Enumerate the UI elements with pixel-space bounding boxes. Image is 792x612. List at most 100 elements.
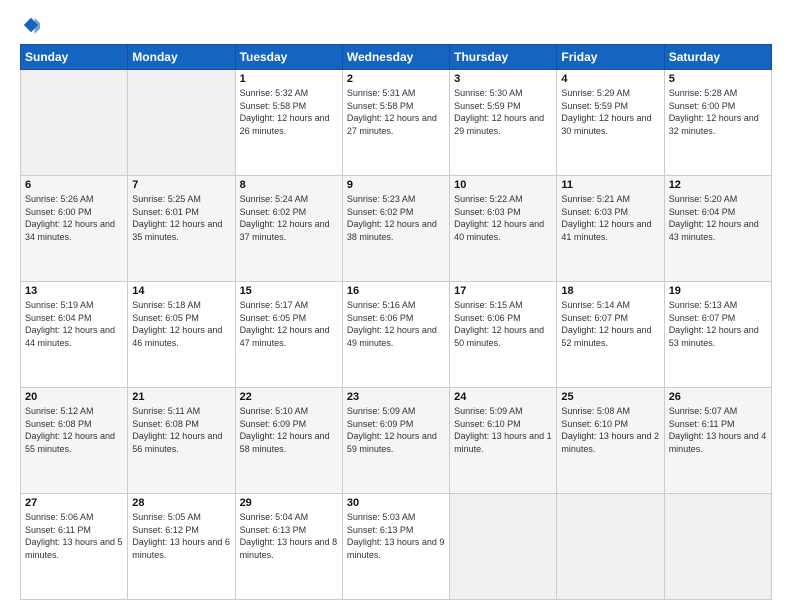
calendar-table: SundayMondayTuesdayWednesdayThursdayFrid… [20, 44, 772, 600]
day-info: Sunrise: 5:21 AMSunset: 6:03 PMDaylight:… [561, 193, 659, 243]
day-info: Sunrise: 5:31 AMSunset: 5:58 PMDaylight:… [347, 87, 445, 137]
day-number: 18 [561, 285, 659, 297]
day-info: Sunrise: 5:10 AMSunset: 6:09 PMDaylight:… [240, 405, 338, 455]
day-info: Sunrise: 5:03 AMSunset: 6:13 PMDaylight:… [347, 511, 445, 561]
day-number: 20 [25, 391, 123, 403]
day-number: 22 [240, 391, 338, 403]
calendar: SundayMondayTuesdayWednesdayThursdayFrid… [20, 44, 772, 600]
day-number: 12 [669, 179, 767, 191]
calendar-week-5: 27Sunrise: 5:06 AMSunset: 6:11 PMDayligh… [21, 494, 772, 600]
calendar-week-1: 1Sunrise: 5:32 AMSunset: 5:58 PMDaylight… [21, 70, 772, 176]
day-number: 15 [240, 285, 338, 297]
day-info: Sunrise: 5:22 AMSunset: 6:03 PMDaylight:… [454, 193, 552, 243]
calendar-cell: 25 Sunrise: 5:08 AMSunset: 6:10 PMDayligh… [557, 388, 664, 494]
calendar-cell: 22 Sunrise: 5:10 AMSunset: 6:09 PMDayligh… [235, 388, 342, 494]
calendar-cell [450, 494, 557, 600]
calendar-cell: 30 Sunrise: 5:03 AMSunset: 6:13 PMDayligh… [342, 494, 449, 600]
day-number: 7 [132, 179, 230, 191]
day-info: Sunrise: 5:04 AMSunset: 6:13 PMDaylight:… [240, 511, 338, 561]
calendar-cell: 24 Sunrise: 5:09 AMSunset: 6:10 PMDayligh… [450, 388, 557, 494]
day-number: 19 [669, 285, 767, 297]
day-number: 16 [347, 285, 445, 297]
day-info: Sunrise: 5:20 AMSunset: 6:04 PMDaylight:… [669, 193, 767, 243]
calendar-cell: 7 Sunrise: 5:25 AMSunset: 6:01 PMDaylight… [128, 176, 235, 282]
weekday-header-thursday: Thursday [450, 45, 557, 70]
calendar-cell [21, 70, 128, 176]
day-number: 10 [454, 179, 552, 191]
calendar-week-3: 13 Sunrise: 5:19 AMSunset: 6:04 PMDayligh… [21, 282, 772, 388]
day-info: Sunrise: 5:32 AMSunset: 5:58 PMDaylight:… [240, 87, 338, 137]
calendar-cell: 19 Sunrise: 5:13 AMSunset: 6:07 PMDayligh… [664, 282, 771, 388]
day-info: Sunrise: 5:05 AMSunset: 6:12 PMDaylight:… [132, 511, 230, 561]
calendar-cell: 14Sunrise: 5:18 AMSunset: 6:05 PMDayligh… [128, 282, 235, 388]
logo-icon [22, 16, 40, 34]
day-info: Sunrise: 5:23 AMSunset: 6:02 PMDaylight:… [347, 193, 445, 243]
day-info: Sunrise: 5:26 AMSunset: 6:00 PMDaylight:… [25, 193, 123, 243]
day-number: 3 [454, 73, 552, 85]
day-info: Sunrise: 5:13 AMSunset: 6:07 PMDaylight:… [669, 299, 767, 349]
calendar-cell: 6 Sunrise: 5:26 AMSunset: 6:00 PMDaylight… [21, 176, 128, 282]
day-number: 11 [561, 179, 659, 191]
day-number: 23 [347, 391, 445, 403]
calendar-cell: 20Sunrise: 5:12 AMSunset: 6:08 PMDayligh… [21, 388, 128, 494]
day-number: 30 [347, 497, 445, 509]
calendar-cell: 1Sunrise: 5:32 AMSunset: 5:58 PMDaylight… [235, 70, 342, 176]
day-number: 13 [25, 285, 123, 297]
weekday-header-row: SundayMondayTuesdayWednesdayThursdayFrid… [21, 45, 772, 70]
calendar-cell: 2Sunrise: 5:31 AMSunset: 5:58 PMDaylight… [342, 70, 449, 176]
day-info: Sunrise: 5:09 AMSunset: 6:10 PMDaylight:… [454, 405, 552, 455]
calendar-cell: 15 Sunrise: 5:17 AMSunset: 6:05 PMDayligh… [235, 282, 342, 388]
calendar-cell: 29 Sunrise: 5:04 AMSunset: 6:13 PMDayligh… [235, 494, 342, 600]
calendar-cell: 17Sunrise: 5:15 AMSunset: 6:06 PMDayligh… [450, 282, 557, 388]
day-number: 24 [454, 391, 552, 403]
day-info: Sunrise: 5:25 AMSunset: 6:01 PMDaylight:… [132, 193, 230, 243]
day-info: Sunrise: 5:07 AMSunset: 6:11 PMDaylight:… [669, 405, 767, 455]
day-number: 28 [132, 497, 230, 509]
header [20, 16, 772, 34]
day-number: 27 [25, 497, 123, 509]
day-number: 21 [132, 391, 230, 403]
weekday-header-sunday: Sunday [21, 45, 128, 70]
day-number: 5 [669, 73, 767, 85]
day-info: Sunrise: 5:30 AMSunset: 5:59 PMDaylight:… [454, 87, 552, 137]
calendar-cell: 26 Sunrise: 5:07 AMSunset: 6:11 PMDayligh… [664, 388, 771, 494]
day-number: 29 [240, 497, 338, 509]
day-info: Sunrise: 5:28 AMSunset: 6:00 PMDaylight:… [669, 87, 767, 137]
day-number: 26 [669, 391, 767, 403]
calendar-cell: 8 Sunrise: 5:24 AMSunset: 6:02 PMDaylight… [235, 176, 342, 282]
day-info: Sunrise: 5:11 AMSunset: 6:08 PMDaylight:… [132, 405, 230, 455]
day-number: 25 [561, 391, 659, 403]
weekday-header-friday: Friday [557, 45, 664, 70]
day-info: Sunrise: 5:14 AMSunset: 6:07 PMDaylight:… [561, 299, 659, 349]
day-info: Sunrise: 5:16 AMSunset: 6:06 PMDaylight:… [347, 299, 445, 349]
weekday-header-saturday: Saturday [664, 45, 771, 70]
calendar-week-4: 20Sunrise: 5:12 AMSunset: 6:08 PMDayligh… [21, 388, 772, 494]
calendar-cell [557, 494, 664, 600]
calendar-cell: 3 Sunrise: 5:30 AMSunset: 5:59 PMDaylight… [450, 70, 557, 176]
weekday-header-monday: Monday [128, 45, 235, 70]
calendar-cell: 18 Sunrise: 5:14 AMSunset: 6:07 PMDayligh… [557, 282, 664, 388]
calendar-cell: 12 Sunrise: 5:20 AMSunset: 6:04 PMDayligh… [664, 176, 771, 282]
calendar-cell: 28 Sunrise: 5:05 AMSunset: 6:12 PMDayligh… [128, 494, 235, 600]
day-info: Sunrise: 5:08 AMSunset: 6:10 PMDaylight:… [561, 405, 659, 455]
calendar-cell: 16 Sunrise: 5:16 AMSunset: 6:06 PMDayligh… [342, 282, 449, 388]
calendar-cell: 11 Sunrise: 5:21 AMSunset: 6:03 PMDayligh… [557, 176, 664, 282]
logo [20, 16, 40, 34]
calendar-cell: 23Sunrise: 5:09 AMSunset: 6:09 PMDayligh… [342, 388, 449, 494]
weekday-header-tuesday: Tuesday [235, 45, 342, 70]
day-info: Sunrise: 5:29 AMSunset: 5:59 PMDaylight:… [561, 87, 659, 137]
day-number: 9 [347, 179, 445, 191]
calendar-cell: 27Sunrise: 5:06 AMSunset: 6:11 PMDayligh… [21, 494, 128, 600]
calendar-cell [664, 494, 771, 600]
calendar-cell: 9 Sunrise: 5:23 AMSunset: 6:02 PMDaylight… [342, 176, 449, 282]
day-info: Sunrise: 5:24 AMSunset: 6:02 PMDaylight:… [240, 193, 338, 243]
calendar-cell: 21 Sunrise: 5:11 AMSunset: 6:08 PMDayligh… [128, 388, 235, 494]
day-number: 17 [454, 285, 552, 297]
day-info: Sunrise: 5:19 AMSunset: 6:04 PMDaylight:… [25, 299, 123, 349]
calendar-cell: 13 Sunrise: 5:19 AMSunset: 6:04 PMDayligh… [21, 282, 128, 388]
day-number: 4 [561, 73, 659, 85]
day-number: 6 [25, 179, 123, 191]
day-number: 8 [240, 179, 338, 191]
weekday-header-wednesday: Wednesday [342, 45, 449, 70]
day-info: Sunrise: 5:17 AMSunset: 6:05 PMDaylight:… [240, 299, 338, 349]
